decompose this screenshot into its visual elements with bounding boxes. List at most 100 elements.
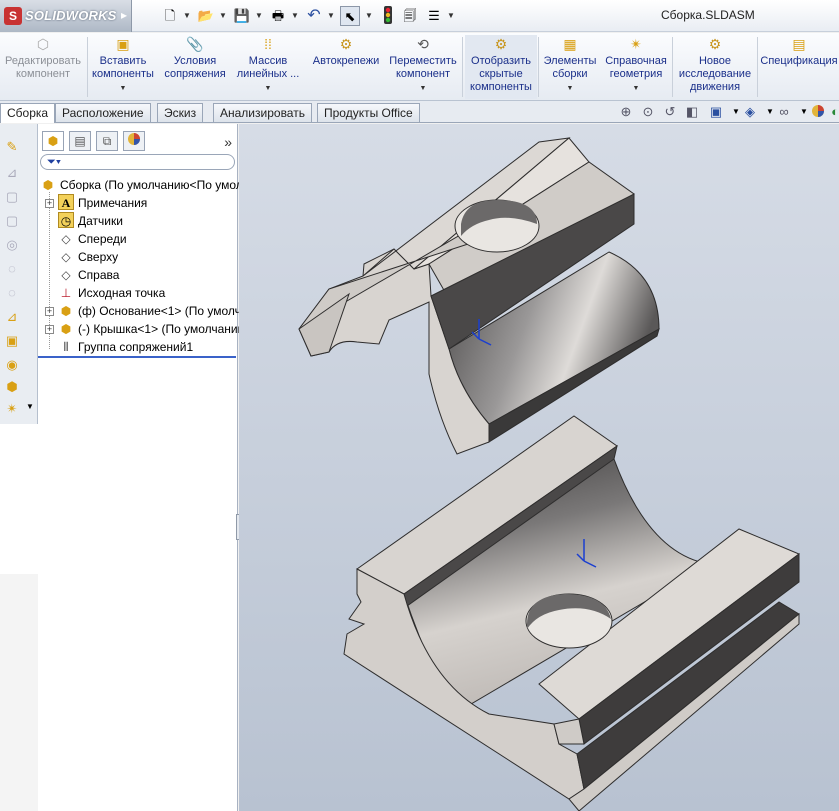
previous-view-icon[interactable]: ↺ — [661, 104, 679, 120]
bom-label: Спецификация — [760, 55, 838, 67]
expand-icon[interactable]: + — [45, 199, 54, 208]
feature-tree-tab-icon[interactable]: ⬢ — [42, 131, 64, 151]
select-dropdown-icon[interactable]: ▼ — [365, 6, 373, 26]
tree-item-top-plane[interactable]: ◇ Сверху — [58, 248, 118, 266]
show-hidden-components-button[interactable]: ⚙ Отобразить скрытые компоненты — [465, 35, 537, 99]
print-icon[interactable]: 🖶 — [268, 6, 288, 26]
tree-item-label: Исходная точка — [78, 286, 166, 300]
linear-pattern-icon: ⁞⁞ — [264, 36, 272, 52]
reference-point-icon[interactable]: ✴ — [3, 400, 21, 418]
scene-icon[interactable]: ◐ — [826, 104, 839, 120]
new-document-icon[interactable]: 🗋 — [160, 6, 180, 26]
tree-item-right-plane[interactable]: ◇ Справа — [58, 266, 119, 284]
mate-icon: 📎 — [186, 36, 204, 52]
origin-icon: ⊥ — [60, 286, 72, 300]
cover-part[interactable] — [298, 137, 660, 455]
assembly-features-button[interactable]: ▦ Элементы сборки ▼ — [540, 35, 600, 95]
mate-button[interactable]: 📎 Условия сопряжения — [160, 35, 230, 81]
zoom-to-fit-icon[interactable]: ⊕ — [617, 104, 635, 120]
part-icon: ⬢ — [60, 304, 72, 318]
app-name: SOLIDWORKS — [25, 8, 117, 23]
tree-item-front-plane[interactable]: ◇ Спереди — [58, 230, 126, 248]
extrude-icon[interactable]: ▣ — [3, 332, 21, 350]
expand-icon[interactable]: + — [45, 325, 54, 334]
arc-icon[interactable]: ◌ — [3, 260, 21, 278]
filter-icon: ⏷▾ — [47, 156, 62, 168]
configuration-manager-tab-icon[interactable]: ⧉ — [96, 131, 118, 151]
new-dropdown-icon[interactable]: ▼ — [183, 6, 191, 26]
insert-components-button[interactable]: ▣ Вставить компоненты ▼ — [89, 35, 157, 95]
print-dropdown-icon[interactable]: ▼ — [291, 6, 299, 26]
tree-item-sensors[interactable]: ◷ Датчики — [58, 212, 123, 230]
tree-rollback-bar[interactable] — [38, 356, 236, 358]
tree-item-cover-part[interactable]: + ⬢ (-) Крышка<1> (По умолчанию — [45, 320, 247, 338]
tab-assembly[interactable]: Сборка — [0, 103, 56, 123]
save-dropdown-icon[interactable]: ▼ — [255, 6, 263, 26]
reference-geometry-label: Справочная геометрия — [605, 55, 667, 80]
tab-sketch[interactable]: Эскиз — [157, 103, 204, 122]
undo-dropdown-icon[interactable]: ▼ — [327, 6, 335, 26]
circle-icon[interactable]: ◎ — [3, 236, 21, 254]
edit-component-button[interactable]: ⬡ Редактировать компонент — [0, 35, 86, 81]
save-icon[interactable]: 💾 — [232, 6, 252, 26]
plane-icon: ◇ — [61, 232, 71, 246]
display-manager-tab-icon[interactable] — [123, 131, 145, 151]
options-dropdown-icon[interactable]: ▼ — [447, 6, 455, 26]
tree-item-annotations[interactable]: + A Примечания — [45, 194, 147, 212]
plane-tool-icon[interactable]: ⊿ — [3, 308, 21, 326]
panel-expand-icon[interactable]: » — [224, 134, 232, 150]
section-view-icon[interactable]: ◧ — [683, 104, 701, 120]
view-orientation-icon[interactable]: ▣ — [707, 104, 725, 120]
tab-layout[interactable]: Расположение — [55, 103, 151, 122]
part-icon: ⬢ — [60, 322, 72, 336]
undo-icon[interactable]: ↶ — [304, 6, 324, 26]
tree-filter-field[interactable]: ⏷▾ — [40, 154, 235, 170]
property-manager-tab-icon[interactable]: ▤ — [69, 131, 91, 151]
traffic-light-icon[interactable] — [378, 6, 398, 26]
reference-geometry-dropdown-icon[interactable]: ▼ — [602, 82, 670, 95]
options-icon[interactable]: ☰ — [424, 6, 444, 26]
display-style-icon[interactable]: ◈ — [741, 104, 759, 120]
select-cursor-icon[interactable]: ⬉ — [340, 6, 360, 26]
solidworks-logo[interactable]: S SOLIDWORKS ▸ — [0, 0, 132, 32]
line-icon[interactable]: ▢ — [3, 188, 21, 206]
hide-show-items-icon[interactable]: ∞ — [775, 104, 793, 120]
graphics-area[interactable] — [239, 124, 839, 811]
left-strip-more-icon[interactable]: ▼ — [26, 402, 34, 411]
open-folder-icon[interactable]: 📂 — [196, 6, 216, 26]
reference-geometry-button[interactable]: ✴ Справочная геометрия ▼ — [602, 35, 670, 95]
menu-arrow-icon[interactable]: ▸ — [121, 8, 127, 22]
zoom-area-icon[interactable]: ⊙ — [639, 104, 657, 120]
assembly-features-dropdown-icon[interactable]: ▼ — [540, 82, 600, 95]
tab-evaluate[interactable]: Анализировать — [213, 103, 312, 122]
tree-item-mates-group[interactable]: ⫴ Группа сопряжений1 — [58, 338, 193, 356]
spline-icon[interactable]: ◌ — [3, 284, 21, 302]
move-component-button[interactable]: ⟲ Переместить компонент ▼ — [386, 35, 460, 95]
base-part[interactable] — [343, 415, 800, 811]
bom-button[interactable]: ▤ Спецификация — [759, 35, 839, 68]
tree-item-origin[interactable]: ⊥ Исходная точка — [58, 284, 165, 302]
linear-pattern-dropdown-icon[interactable]: ▼ — [232, 82, 304, 95]
file-properties-icon[interactable]: 🗐 — [400, 6, 420, 26]
linear-pattern-button[interactable]: ⁞⁞ Массив линейных ... ▼ — [232, 35, 304, 95]
hexagon-icon[interactable]: ⬢ — [3, 378, 21, 396]
tree-item-label: Справа — [78, 268, 120, 282]
revolve-icon[interactable]: ◉ — [3, 356, 21, 374]
rectangle-icon[interactable]: ▢ — [3, 212, 21, 230]
move-component-dropdown-icon[interactable]: ▼ — [386, 82, 460, 95]
insert-components-dropdown-icon[interactable]: ▼ — [89, 82, 157, 95]
ribbon-separator — [757, 37, 758, 97]
assembly-model-view[interactable] — [239, 124, 839, 811]
linear-pattern-label: Массив линейных ... — [236, 55, 300, 80]
new-motion-study-button[interactable]: ⚙ Новое исследование движения — [674, 35, 756, 94]
smart-dimension-icon[interactable]: ⊿ — [3, 164, 21, 182]
tree-item-base-part[interactable]: + ⬢ (ф) Основание<1> (По умолчанию — [45, 302, 270, 320]
annotations-icon: A — [58, 194, 74, 210]
smart-fasteners-button[interactable]: ⚙ Автокрепежи — [308, 35, 384, 68]
expand-icon[interactable]: + — [45, 307, 54, 316]
appearance-icon[interactable] — [809, 104, 827, 122]
tab-office-products[interactable]: Продукты Office — [317, 103, 420, 122]
show-hidden-icon: ⚙ — [494, 36, 508, 52]
3d-sketch-icon[interactable]: ✎ — [3, 138, 21, 156]
open-dropdown-icon[interactable]: ▼ — [219, 6, 227, 26]
